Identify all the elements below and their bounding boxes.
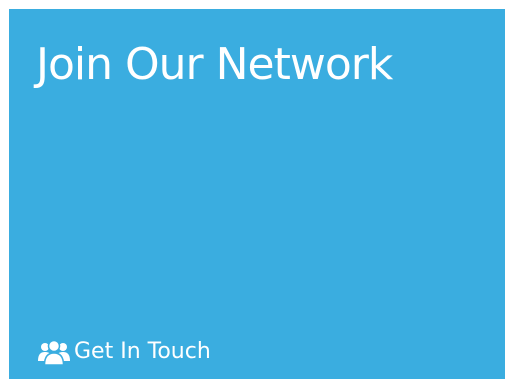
- get-in-touch-link[interactable]: Get In Touch: [38, 339, 211, 365]
- users-icon: [38, 339, 70, 365]
- tile-title: Join Our Network: [36, 39, 393, 90]
- get-in-touch-label: Get In Touch: [74, 339, 211, 364]
- join-network-tile[interactable]: Join Our Network Get In Touch: [9, 9, 505, 379]
